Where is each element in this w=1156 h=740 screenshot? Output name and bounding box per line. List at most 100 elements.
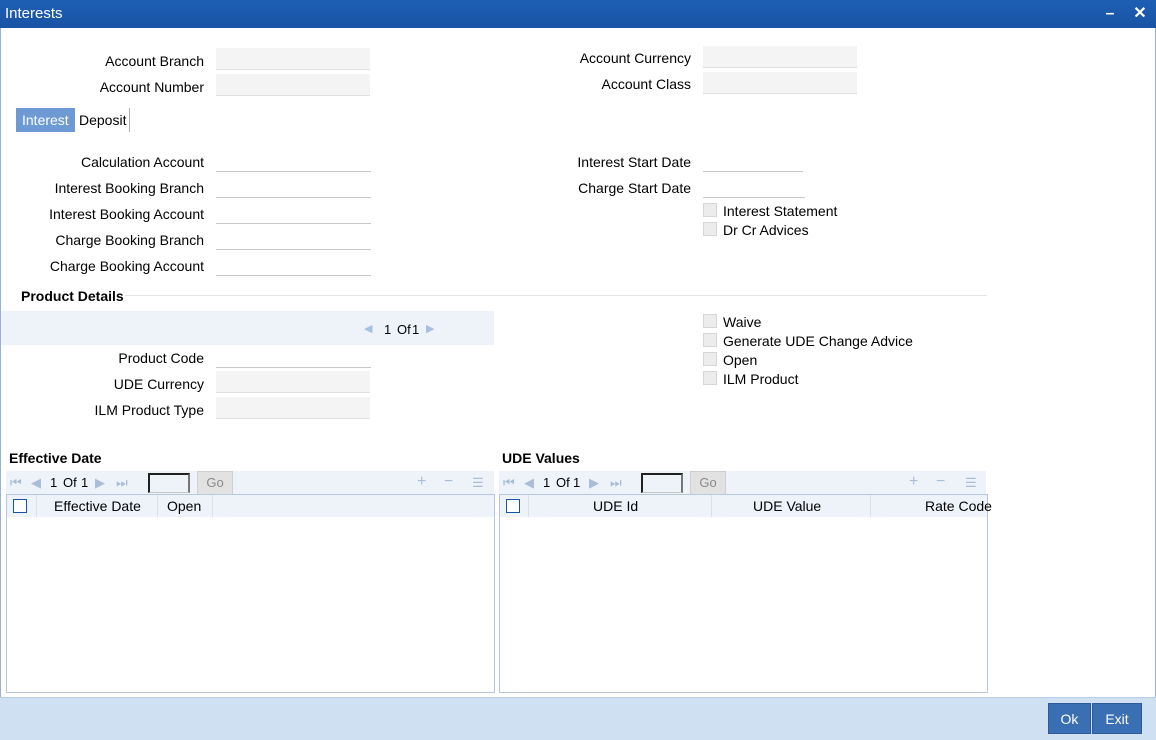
- dialog-footer: Ok Exit: [0, 697, 1156, 740]
- column-header-ude-id[interactable]: UDE Id: [593, 498, 638, 514]
- tab-divider: [129, 108, 130, 132]
- previous-page-icon[interactable]: ◀: [524, 475, 534, 491]
- product-details-divider: [125, 295, 987, 296]
- ude-values-title: UDE Values: [502, 450, 580, 466]
- ude-currency-label: UDE Currency: [113, 376, 204, 392]
- charge-booking-account-field[interactable]: [216, 254, 371, 276]
- effective-date-pager-current: 1: [50, 475, 58, 490]
- close-icon[interactable]: ✕: [1129, 3, 1151, 25]
- account-number-label: Account Number: [99, 79, 204, 95]
- ude-values-pager-total: 1: [573, 475, 581, 490]
- column-header-effective-date[interactable]: Effective Date: [54, 498, 141, 514]
- dr-cr-advices-checkbox[interactable]: [703, 222, 717, 236]
- ude-values-toolbar: ⏮ ◀ 1 Of 1 ▶ ⏭ Go + − ☰: [499, 471, 986, 495]
- interest-booking-account-field[interactable]: [216, 202, 371, 224]
- product-details-title: Product Details: [21, 288, 124, 304]
- effective-date-title: Effective Date: [9, 450, 102, 466]
- column-divider: [157, 495, 158, 517]
- product-pager-of: Of: [397, 322, 411, 337]
- add-row-icon[interactable]: +: [909, 473, 918, 491]
- effective-date-toolbar: ⏮ ◀ 1 Of 1 ▶ ⏭ Go + − ☰: [6, 471, 494, 495]
- interest-booking-account-label: Interest Booking Account: [49, 206, 204, 222]
- ude-values-grid-header: UDE Id UDE Value Rate Code: [500, 495, 992, 517]
- calculation-account-label: Calculation Account: [81, 154, 204, 170]
- ilm-product-type-field[interactable]: [216, 397, 370, 419]
- open-label: Open: [723, 352, 758, 368]
- previous-page-icon[interactable]: ◀: [31, 475, 41, 491]
- first-page-icon[interactable]: ⏮: [503, 475, 515, 491]
- waive-label: Waive: [723, 314, 762, 330]
- interest-start-date-label: Interest Start Date: [577, 154, 691, 170]
- ude-values-pager-of: Of: [556, 475, 570, 490]
- dr-cr-advices-label: Dr Cr Advices: [723, 222, 809, 238]
- next-page-icon[interactable]: ▶: [589, 475, 599, 491]
- column-divider: [36, 495, 37, 517]
- interest-statement-checkbox[interactable]: [703, 203, 717, 217]
- charge-booking-branch-field[interactable]: [216, 228, 371, 250]
- next-page-icon[interactable]: ▶: [95, 475, 105, 491]
- product-pager-total: 1: [412, 322, 420, 337]
- account-branch-field[interactable]: [216, 48, 370, 70]
- interest-statement-label: Interest Statement: [723, 203, 838, 219]
- tab-deposit[interactable]: Deposit: [73, 108, 132, 132]
- column-divider: [870, 495, 871, 517]
- charge-booking-account-label: Charge Booking Account: [49, 258, 204, 274]
- charge-start-date-field[interactable]: [703, 176, 805, 198]
- column-divider: [711, 495, 712, 517]
- ude-values-go-button[interactable]: Go: [690, 471, 726, 495]
- effective-date-select-all-checkbox[interactable]: [13, 499, 27, 513]
- effective-date-page-input[interactable]: [148, 473, 190, 493]
- tab-interest[interactable]: Interest: [16, 108, 75, 132]
- ude-currency-field[interactable]: [216, 371, 370, 393]
- effective-date-grid-header: Effective Date Open: [7, 495, 494, 517]
- ilm-product-type-label: ILM Product Type: [94, 402, 204, 418]
- effective-date-go-button[interactable]: Go: [197, 471, 233, 495]
- account-class-label: Account Class: [601, 76, 691, 92]
- account-class-field[interactable]: [703, 72, 857, 94]
- interest-booking-branch-label: Interest Booking Branch: [54, 180, 204, 196]
- first-page-icon[interactable]: ⏮: [10, 475, 22, 491]
- list-view-icon[interactable]: ☰: [965, 475, 977, 491]
- column-header-open[interactable]: Open: [167, 498, 201, 514]
- window-title: Interests: [5, 5, 63, 22]
- ilm-product-checkbox[interactable]: [703, 371, 717, 385]
- minimize-icon[interactable]: –: [1099, 3, 1121, 25]
- window-titlebar: Interests – ✕: [0, 0, 1156, 28]
- next-record-icon[interactable]: ▶: [426, 322, 434, 335]
- interest-booking-branch-field[interactable]: [216, 176, 371, 198]
- ude-values-pager-current: 1: [543, 475, 551, 490]
- column-header-rate-code[interactable]: Rate Code: [925, 498, 992, 514]
- ok-button[interactable]: Ok: [1048, 703, 1091, 734]
- generate-ude-change-advice-label: Generate UDE Change Advice: [723, 333, 913, 349]
- ude-values-page-input[interactable]: [641, 473, 683, 493]
- ude-values-grid: UDE Id UDE Value Rate Code: [499, 494, 992, 693]
- product-pager-current: 1: [384, 322, 392, 337]
- last-page-icon[interactable]: ⏭: [610, 475, 622, 491]
- calculation-account-field[interactable]: [216, 150, 371, 172]
- delete-row-icon[interactable]: −: [444, 473, 453, 491]
- account-currency-field[interactable]: [703, 46, 857, 68]
- product-code-field[interactable]: [216, 346, 371, 368]
- list-view-icon[interactable]: ☰: [472, 475, 484, 491]
- charge-start-date-label: Charge Start Date: [578, 180, 691, 196]
- product-pager-band: [1, 311, 494, 345]
- delete-row-icon[interactable]: −: [936, 473, 945, 491]
- open-checkbox[interactable]: [703, 352, 717, 366]
- generate-ude-change-advice-checkbox[interactable]: [703, 333, 717, 347]
- account-number-field[interactable]: [216, 74, 370, 96]
- last-page-icon[interactable]: ⏭: [116, 475, 128, 491]
- effective-date-pager-of: Of: [63, 475, 77, 490]
- charge-booking-branch-label: Charge Booking Branch: [55, 232, 204, 248]
- effective-date-pager-total: 1: [81, 475, 89, 490]
- add-row-icon[interactable]: +: [417, 473, 426, 491]
- effective-date-grid: Effective Date Open: [6, 494, 495, 693]
- column-header-ude-value[interactable]: UDE Value: [753, 498, 821, 514]
- waive-checkbox[interactable]: [703, 314, 717, 328]
- column-divider: [528, 495, 529, 517]
- ude-values-select-all-checkbox[interactable]: [506, 499, 520, 513]
- interest-start-date-field[interactable]: [703, 150, 803, 172]
- product-code-label: Product Code: [118, 350, 204, 366]
- previous-record-icon[interactable]: ◀: [364, 322, 372, 335]
- exit-button[interactable]: Exit: [1092, 703, 1142, 734]
- column-divider: [212, 495, 213, 517]
